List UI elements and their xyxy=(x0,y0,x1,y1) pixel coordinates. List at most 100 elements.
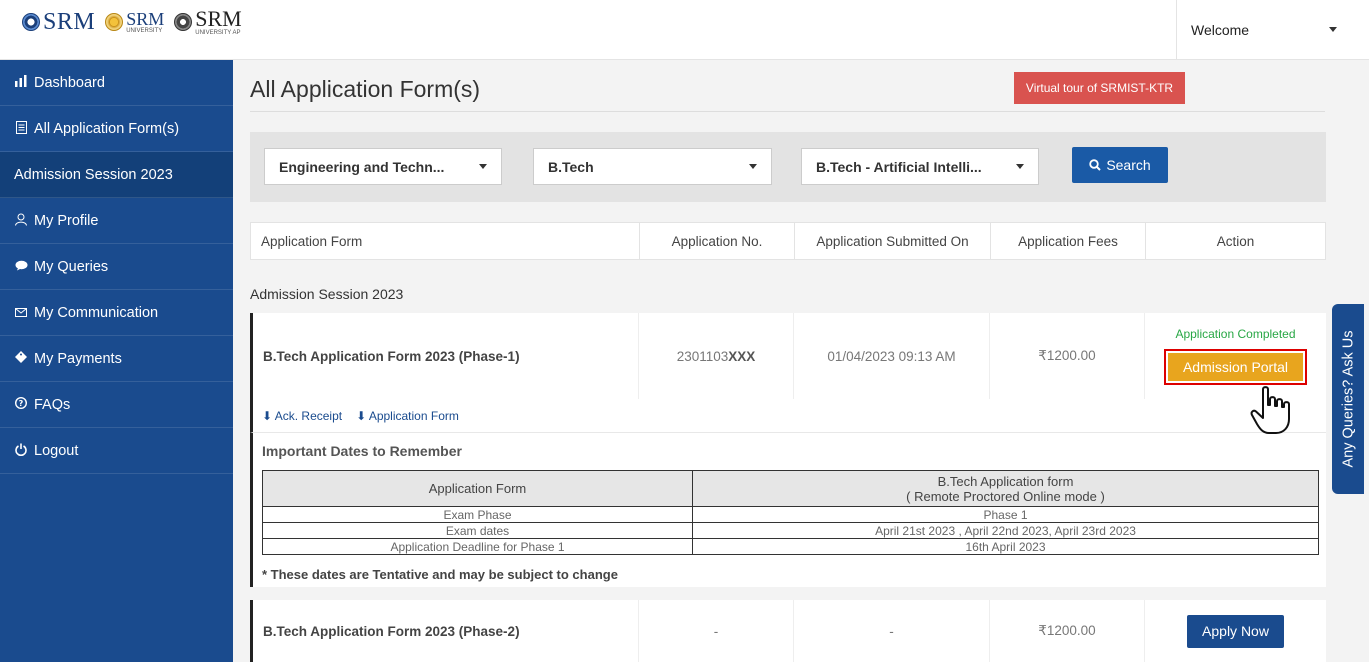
form-name: B.Tech Application Form 2023 (Phase-2) xyxy=(253,600,639,662)
sidebar-item-label: Admission Session 2023 xyxy=(14,166,173,183)
sidebar-item-admission-session[interactable]: Admission Session 2023 xyxy=(0,152,233,198)
srm-university-logo-sub: UNIVERSITY xyxy=(126,28,163,34)
srm-university-logo[interactable]: SRM UNIVERSITY xyxy=(105,10,164,34)
search-button-label: Search xyxy=(1106,157,1151,173)
srm-ap-seal-icon xyxy=(174,13,193,31)
srm-logo-text: SRM xyxy=(43,9,96,35)
srm-ap-logo-text: SRM xyxy=(195,6,242,31)
main-content: All Application Form(s) Virtual tour of … xyxy=(233,60,1369,662)
srm-ap-logo[interactable]: SRM UNIVERSITY AP xyxy=(174,6,242,36)
date-value: April 21st 2023 , April 22nd 2023, April… xyxy=(692,522,1319,539)
virtual-tour-button[interactable]: Virtual tour of SRMIST-KTR xyxy=(1014,72,1185,104)
form-name: B.Tech Application Form 2023 (Phase-1) xyxy=(253,313,639,399)
apply-now-button[interactable]: Apply Now xyxy=(1187,614,1284,648)
application-number: 2301103 XXX xyxy=(639,313,794,399)
srm-seal-icon xyxy=(22,13,40,31)
important-dates-panel: Important Dates to Remember Application … xyxy=(250,432,1326,587)
column-header: Application Fees xyxy=(991,223,1146,259)
date-label: Application Deadline for Phase 1 xyxy=(262,538,693,555)
specialization-select[interactable]: B.Tech - Artificial Intelli... xyxy=(801,148,1039,185)
application-number-prefix: 2301103 xyxy=(676,348,729,364)
sidebar-item-all-forms[interactable]: All Application Form(s) xyxy=(0,106,233,152)
svg-text:?: ? xyxy=(19,399,24,408)
sidebar-item-label: My Queries xyxy=(34,258,109,275)
date-label: Exam Phase xyxy=(262,506,693,523)
sidebar-item-label: My Payments xyxy=(34,350,122,367)
sidebar-item-label: Dashboard xyxy=(34,74,105,91)
application-number: - xyxy=(639,600,794,662)
faculty-select[interactable]: Engineering and Techn... xyxy=(264,148,502,185)
chevron-down-icon xyxy=(1016,164,1024,169)
sidebar-item-my-profile[interactable]: My Profile xyxy=(0,198,233,244)
search-button[interactable]: Search xyxy=(1072,147,1168,183)
user-icon xyxy=(14,213,28,229)
application-number-masked: XXX xyxy=(728,348,756,364)
user-menu[interactable]: Welcome xyxy=(1176,0,1351,59)
column-header: Action xyxy=(1216,233,1255,249)
srm-university-logo-text: SRM xyxy=(126,9,165,29)
download-links: ⬇ Ack. Receipt ⬇ Application Form xyxy=(250,399,1326,432)
important-dates-table: Application Form B.Tech Application form… xyxy=(262,470,1319,555)
sidebar-item-faqs[interactable]: ? FAQs xyxy=(0,382,233,428)
specialization-select-value: B.Tech - Artificial Intelli... xyxy=(816,158,982,175)
column-header: Application No. xyxy=(640,223,795,259)
chevron-down-icon xyxy=(749,164,757,169)
download-icon: ⬇ xyxy=(262,408,273,423)
applications-table-header: Application Form Application No. Applica… xyxy=(250,222,1326,260)
submitted-on: 01/04/2023 09:13 AM xyxy=(794,313,990,399)
table-row: B.Tech Application Form 2023 (Phase-1) 2… xyxy=(250,313,1326,399)
top-header: SRM SRM UNIVERSITY SRM UNIVERSITY AP Wel… xyxy=(0,0,1369,60)
help-icon: ? xyxy=(14,396,28,412)
download-icon: ⬇ xyxy=(356,408,367,423)
date-label: Exam dates xyxy=(262,522,693,539)
status-badge: Application Completed xyxy=(1175,327,1296,341)
title-divider xyxy=(250,111,1325,112)
chat-icon xyxy=(14,259,28,274)
faculty-select-value: Engineering and Techn... xyxy=(279,158,445,175)
program-select-value: B.Tech xyxy=(548,158,594,175)
page-title: All Application Form(s) xyxy=(250,76,481,102)
bar-chart-icon xyxy=(14,75,28,90)
hand-pointer-icon xyxy=(1250,386,1290,434)
sidebar-item-label: FAQs xyxy=(34,396,71,413)
important-dates-title: Important Dates to Remember xyxy=(262,443,462,459)
sidebar-item-dashboard[interactable]: Dashboard xyxy=(0,60,233,106)
table-row: Exam dates April 21st 2023 , April 22nd … xyxy=(262,522,1319,539)
logo-group: SRM SRM UNIVERSITY SRM UNIVERSITY AP xyxy=(22,8,242,36)
dates-header-right-line1: B.Tech Application form xyxy=(937,473,1074,489)
sidebar-item-my-queries[interactable]: My Queries xyxy=(0,244,233,290)
sidebar-item-my-communication[interactable]: My Communication xyxy=(0,290,233,336)
table-row: Application Deadline for Phase 1 16th Ap… xyxy=(262,538,1319,555)
sidebar-item-logout[interactable]: Logout xyxy=(0,428,233,474)
welcome-label: Welcome xyxy=(1191,21,1250,38)
column-header: Application Form xyxy=(251,223,640,259)
sidebar: Dashboard All Application Form(s) Admiss… xyxy=(0,60,233,662)
dates-header-right: B.Tech Application form ( Remote Proctor… xyxy=(692,470,1319,507)
column-header: Application Submitted On xyxy=(795,223,991,259)
application-fees: ₹1200.00 xyxy=(990,313,1145,399)
mail-icon xyxy=(14,305,28,320)
dates-header-right-line2: ( Remote Proctored Online mode ) xyxy=(906,488,1105,504)
sidebar-item-label: My Communication xyxy=(34,304,159,321)
chevron-down-icon xyxy=(1329,27,1337,32)
document-icon xyxy=(14,120,28,137)
sidebar-item-label: All Application Form(s) xyxy=(34,120,180,137)
srm-ap-logo-sub: UNIVERSITY AP xyxy=(195,30,241,36)
sidebar-item-label: Logout xyxy=(34,442,79,459)
power-icon xyxy=(14,443,28,459)
admission-portal-button[interactable]: Admission Portal xyxy=(1168,353,1303,381)
table-row: Exam Phase Phase 1 xyxy=(262,506,1319,523)
ask-us-label: Any Queries? Ask Us xyxy=(1340,330,1356,468)
application-form-link[interactable]: ⬇ Application Form xyxy=(356,409,459,423)
program-select[interactable]: B.Tech xyxy=(533,148,772,185)
srm-logo[interactable]: SRM xyxy=(22,10,95,34)
table-row: B.Tech Application Form 2023 (Phase-2) -… xyxy=(250,600,1326,662)
sidebar-item-my-payments[interactable]: My Payments xyxy=(0,336,233,382)
tag-icon xyxy=(14,351,28,366)
action-cell: Apply Now xyxy=(1145,600,1326,662)
ask-us-tab[interactable]: Any Queries? Ask Us xyxy=(1332,304,1364,494)
application-fees: ₹1200.00 xyxy=(990,600,1145,662)
highlight-box: Admission Portal xyxy=(1164,349,1307,385)
application-form-label: Application Form xyxy=(368,408,459,423)
ack-receipt-link[interactable]: ⬇ Ack. Receipt xyxy=(262,409,342,423)
